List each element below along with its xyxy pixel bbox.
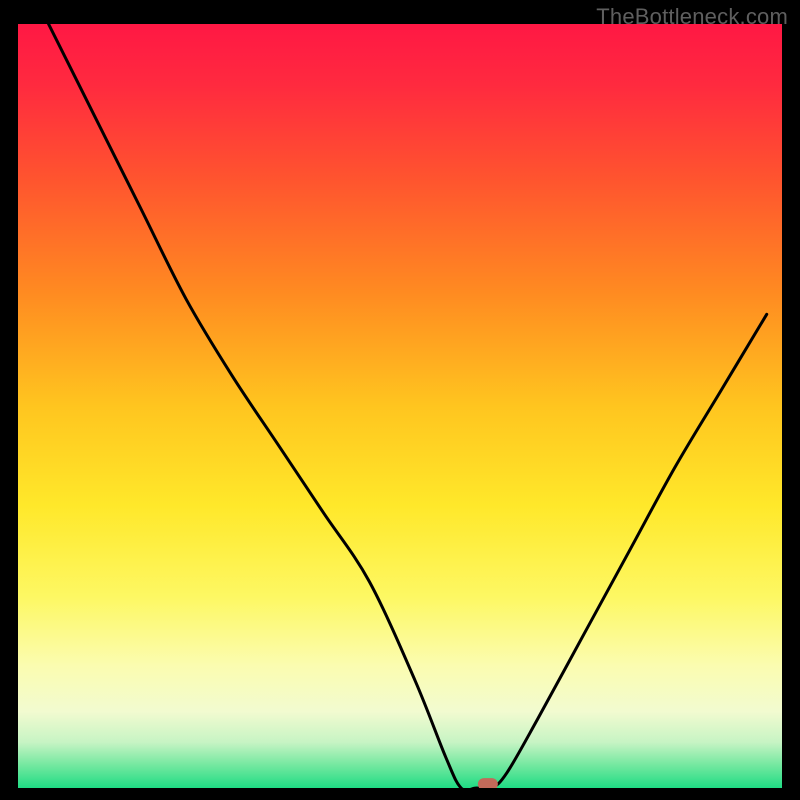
watermark-text: TheBottleneck.com <box>596 4 788 30</box>
gradient-background <box>18 24 782 788</box>
chart-svg <box>18 24 782 788</box>
chart-container: TheBottleneck.com <box>0 0 800 800</box>
optimal-point-marker <box>478 778 498 788</box>
plot-area <box>18 24 782 788</box>
